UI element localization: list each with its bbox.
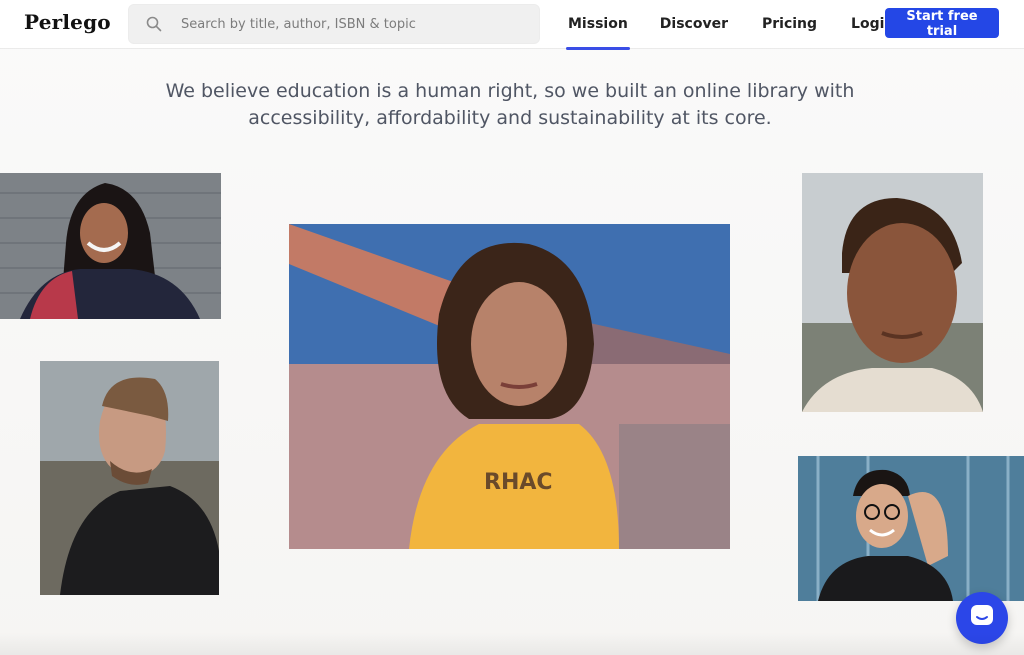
perlego-logo[interactable]: Perlego xyxy=(24,10,111,34)
svg-text:RHAC: RHAC xyxy=(484,470,553,495)
mission-statement: We believe education is a human right, s… xyxy=(160,78,860,132)
smiling-woman-sari-photo xyxy=(0,173,221,319)
man-glasses-smiling-photo xyxy=(798,456,1024,601)
young-woman-yellow-shirt-photo: RHAC xyxy=(289,224,730,549)
mission-page: Perlego Mission Discover Pricing Login S… xyxy=(0,0,1024,655)
section-divider xyxy=(0,632,1024,655)
nav-pricing-link[interactable]: Pricing xyxy=(760,16,819,32)
search-input[interactable] xyxy=(179,15,523,33)
young-man-portrait-photo xyxy=(802,173,983,412)
nav-mission-link[interactable]: Mission xyxy=(566,16,630,50)
chat-icon xyxy=(969,603,995,633)
main-nav: Mission Discover Pricing Login xyxy=(566,0,924,50)
mission-statement-line-2: accessibility, affordability and sustain… xyxy=(248,107,772,129)
nav-discover-link[interactable]: Discover xyxy=(658,16,730,32)
search-bar[interactable] xyxy=(128,4,540,44)
top-navigation-bar: Perlego Mission Discover Pricing Login S… xyxy=(0,0,1024,50)
search-icon xyxy=(145,15,163,33)
start-free-trial-button[interactable]: Start free trial xyxy=(885,8,999,39)
mission-statement-line-1: We believe education is a human right, s… xyxy=(165,80,855,102)
bearded-man-profile-photo xyxy=(40,361,219,595)
